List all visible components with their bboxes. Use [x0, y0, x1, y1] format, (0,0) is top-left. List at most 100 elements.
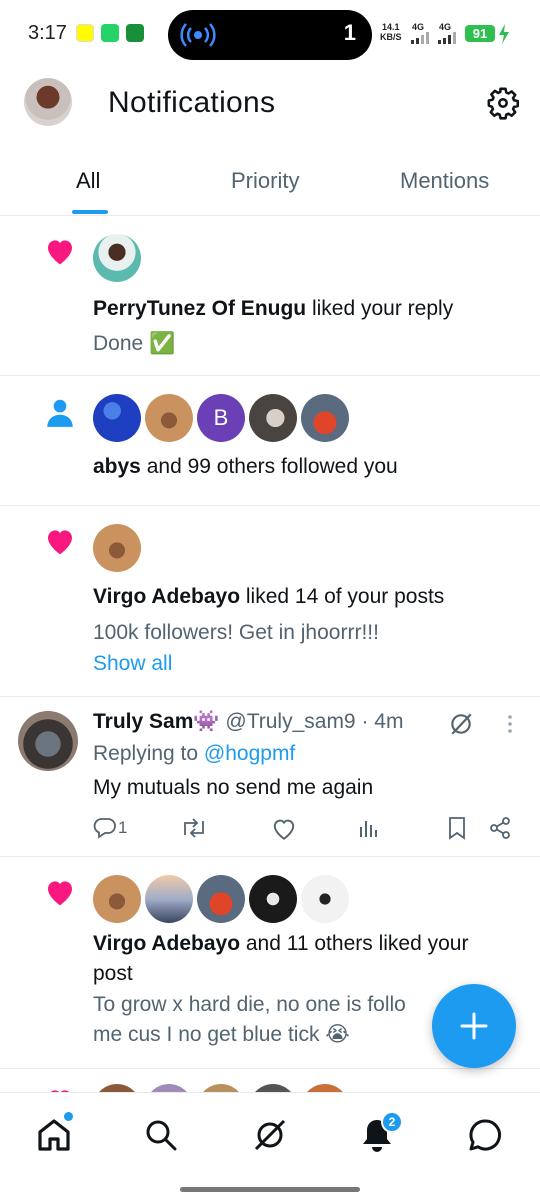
actor-name[interactable]: Virgo Adebayo — [93, 585, 240, 608]
network-speed: 14.1 KB/S — [380, 22, 402, 42]
tab-priority[interactable]: Priority — [231, 168, 299, 194]
tweet-text: My mutuals no send me again — [93, 776, 374, 799]
user-avatar[interactable] — [197, 1084, 245, 1092]
search-icon — [146, 1120, 177, 1151]
speed-unit: KB/S — [380, 32, 402, 42]
notification-badge: 2 — [381, 1111, 403, 1133]
notification-item[interactable]: Virgo Adebayo liked 14 of your posts 100… — [0, 506, 540, 697]
action-text-continued: post — [93, 962, 133, 985]
grok-icon — [254, 1119, 286, 1151]
user-avatar[interactable] — [301, 394, 349, 442]
next-notification-peek[interactable] — [0, 1074, 540, 1092]
reply-tweet[interactable]: Truly Sam👾 @Truly_sam9 · 4m Replying to … — [0, 697, 540, 857]
author-name[interactable]: Truly Sam👾 — [93, 710, 220, 733]
user-avatar[interactable] — [18, 711, 78, 771]
heart-icon — [48, 881, 72, 906]
actor-name[interactable]: Virgo Adebayo — [93, 932, 240, 955]
user-avatar[interactable] — [197, 875, 245, 923]
bookmark-icon[interactable] — [447, 816, 467, 840]
like-icon[interactable] — [271, 817, 297, 841]
header: Notifications — [0, 68, 540, 144]
notification-item[interactable]: PerryTunez Of Enugu liked your reply Don… — [0, 216, 540, 376]
signal-icon — [438, 32, 456, 44]
views-icon[interactable] — [358, 817, 380, 839]
island-count: 1 — [343, 20, 356, 45]
user-avatar[interactable] — [145, 1084, 193, 1092]
broadcast-icon — [180, 23, 216, 47]
user-avatar[interactable] — [249, 1084, 297, 1092]
notification-item[interactable]: B abys and 99 others followed you — [0, 376, 540, 506]
nav-home[interactable] — [34, 1112, 74, 1155]
actor-name[interactable]: abys — [93, 455, 141, 478]
post-snippet-continued: me cus I no get blue tick 😭 — [93, 1023, 350, 1046]
replying-prefix: Replying to — [93, 742, 204, 765]
share-icon[interactable] — [488, 816, 512, 840]
page-title: Notifications — [108, 86, 276, 119]
heart-icon — [48, 240, 72, 265]
status-time: 3:17 — [28, 22, 67, 44]
action-text: and 99 others followed you — [140, 455, 398, 478]
dynamic-island: 1 — [168, 10, 372, 60]
author-handle[interactable]: @Truly_sam9 — [225, 710, 355, 733]
nav-grok[interactable] — [250, 1115, 290, 1155]
home-unread-dot — [64, 1112, 73, 1121]
home-icon — [38, 1119, 70, 1151]
tab-mentions[interactable]: Mentions — [400, 168, 489, 194]
settings-gear-icon[interactable] — [486, 86, 520, 120]
tab-all[interactable]: All — [76, 168, 100, 194]
user-avatar[interactable] — [249, 875, 297, 923]
repost-icon[interactable] — [180, 817, 208, 839]
user-avatar[interactable] — [93, 234, 141, 282]
app-icon — [126, 24, 144, 42]
signal-icon — [411, 32, 429, 44]
speed-value: 14.1 — [381, 22, 400, 32]
notification-text: Virgo Adebayo and 11 others liked your — [93, 929, 468, 959]
nav-notifications[interactable]: 2 — [357, 1111, 403, 1155]
compose-button[interactable] — [432, 984, 516, 1068]
nav-search[interactable] — [141, 1115, 181, 1155]
action-text: liked your reply — [306, 297, 454, 320]
replying-to: Replying to @hogpmf — [93, 739, 295, 769]
reply-count: 1 — [118, 818, 128, 837]
notification-text: abys and 99 others followed you — [93, 452, 398, 482]
notification-text: Virgo Adebayo liked 14 of your posts — [93, 582, 444, 612]
reply-button[interactable]: 1 — [93, 817, 127, 839]
notification-tabs: All Priority Mentions — [0, 150, 540, 216]
battery-level: 91 — [465, 25, 495, 42]
user-avatar[interactable] — [93, 1084, 141, 1092]
user-avatar[interactable] — [301, 875, 349, 923]
user-avatar[interactable] — [93, 524, 141, 572]
actor-name[interactable]: PerryTunez Of Enugu — [93, 297, 306, 320]
profile-avatar[interactable] — [24, 78, 72, 126]
user-avatar[interactable] — [301, 1084, 349, 1092]
snapchat-icon — [76, 24, 94, 42]
network-1: 4G — [412, 22, 425, 32]
more-options-icon[interactable] — [500, 713, 520, 735]
action-text: and 11 others liked your — [240, 932, 469, 955]
reply-icon — [93, 818, 116, 839]
show-all-link[interactable]: Show all — [93, 649, 172, 679]
post-snippet: 100k followers! Get in jhoorrr!!! — [93, 621, 379, 644]
bottom-navigation: 2 — [0, 1092, 540, 1200]
user-avatar[interactable] — [93, 875, 141, 923]
replying-handle[interactable]: @hogpmf — [204, 742, 295, 765]
charging-icon — [499, 24, 509, 44]
user-avatar[interactable] — [249, 394, 297, 442]
user-avatar[interactable] — [145, 394, 193, 442]
network-2: 4G — [439, 22, 452, 32]
user-avatar[interactable]: B — [197, 394, 245, 442]
post-snippet: Done ✅ — [93, 332, 176, 355]
grok-icon[interactable] — [448, 711, 474, 737]
home-indicator — [180, 1187, 360, 1192]
plus-icon — [460, 1012, 488, 1040]
user-avatar[interactable] — [93, 394, 141, 442]
nav-messages[interactable] — [465, 1115, 505, 1155]
user-avatar[interactable] — [145, 875, 193, 923]
status-bar: 3:17 1 14.1 KB/S 4G 4G 91 — [0, 0, 540, 68]
tweet-time: · 4m — [361, 710, 404, 733]
tweet-header: Truly Sam👾 @Truly_sam9 · 4m — [93, 707, 403, 737]
whatsapp-icon — [101, 24, 119, 42]
action-text: liked 14 of your posts — [240, 585, 445, 608]
person-icon — [47, 399, 73, 427]
messages-icon — [469, 1119, 501, 1151]
